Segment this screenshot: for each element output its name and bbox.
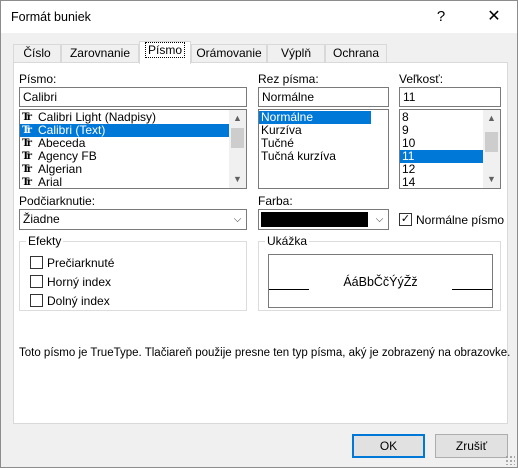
superscript-checkbox[interactable] (30, 275, 43, 288)
scroll-thumb[interactable] (485, 132, 498, 152)
size-input[interactable]: 11 (399, 87, 501, 107)
chevron-down-icon[interactable]: ⌵ (229, 210, 246, 229)
truetype-icon: Tr (22, 138, 32, 149)
color-label: Farba: (258, 194, 293, 208)
strikethrough-label[interactable]: Prečiarknuté (47, 256, 114, 270)
tab-pismo[interactable]: Písmo (139, 41, 191, 64)
tab-oramovanie[interactable]: Orámovanie (191, 44, 267, 63)
scroll-down-icon[interactable]: ▼ (229, 171, 246, 188)
list-item[interactable]: Tr Arial (20, 176, 246, 189)
font-input[interactable]: Calibri (19, 87, 247, 107)
resize-grip-icon[interactable] (505, 455, 515, 465)
scroll-up-icon[interactable]: ▲ (483, 110, 500, 127)
list-item[interactable]: Tučná kurzíva (259, 150, 388, 163)
size-list-scrollbar[interactable]: ▲ ▼ (483, 110, 500, 188)
size-label: Veľkosť: (399, 72, 444, 86)
scroll-thumb[interactable] (231, 128, 244, 148)
list-item[interactable]: 8 (400, 111, 483, 124)
underline-dropdown[interactable]: Žiadne ⌵ (19, 209, 247, 230)
tab-vypln[interactable]: Výplň (267, 44, 325, 63)
font-list[interactable]: Tr Calibri Light (Nadpisy) Tr Calibri (Tex… (19, 109, 247, 189)
baseline-left (269, 289, 309, 290)
subscript-label[interactable]: Dolný index (47, 294, 110, 308)
truetype-icon: Tr (22, 164, 32, 175)
tab-zarovnanie[interactable]: Zarovnanie (61, 44, 139, 63)
help-button[interactable]: ? (429, 5, 453, 29)
preview-group: Ukážka ÁáBbČčÝýŽž (258, 234, 501, 311)
ok-button[interactable]: OK (352, 434, 425, 458)
underline-value: Žiadne (23, 212, 60, 226)
subscript-checkbox[interactable] (30, 294, 43, 307)
underline-label: Podčiarknutie: (19, 194, 96, 208)
dialog-title: Formát buniek (11, 10, 91, 24)
preview-title: Ukážka (265, 234, 310, 248)
close-button[interactable]: ✕ (477, 3, 511, 31)
color-picker[interactable]: ⌵ (258, 209, 389, 230)
style-label: Rez písma: (258, 72, 319, 86)
normal-font-checkbox[interactable]: ✓ (399, 213, 412, 226)
strikethrough-checkbox[interactable] (30, 256, 43, 269)
baseline-right (452, 289, 492, 290)
superscript-label[interactable]: Horný index (47, 275, 111, 289)
font-label: Písmo: (19, 72, 57, 86)
truetype-icon: Tr (22, 125, 32, 136)
truetype-icon: Tr (22, 112, 32, 123)
size-list[interactable]: 8 9 10 11 12 14 ▲ ▼ (399, 109, 501, 189)
truetype-icon: Tr (22, 177, 32, 188)
preview-box: ÁáBbČčÝýŽž (268, 254, 493, 308)
truetype-icon: Tr (22, 151, 32, 162)
tab-ochrana[interactable]: Ochrana (325, 44, 387, 63)
effects-group: Efekty Prečiarknuté Horný index Dolný in… (19, 234, 247, 311)
font-tab-panel: Písmo: Calibri Tr Calibri Light (Nadpisy)… (13, 62, 511, 424)
color-swatch (261, 212, 368, 227)
style-input[interactable]: Normálne (258, 87, 389, 107)
style-list[interactable]: Normálne Kurzíva Tučné Tučná kurzíva (258, 109, 389, 189)
title-bar[interactable]: Formát buniek ? ✕ (1, 1, 517, 33)
scroll-down-icon[interactable]: ▼ (483, 171, 500, 188)
preview-text: ÁáBbČčÝýŽž (343, 275, 418, 289)
chevron-down-icon[interactable]: ⌵ (371, 210, 388, 229)
truetype-info: Toto písmo je TrueType. Tlačiareň použij… (19, 347, 511, 359)
format-cells-dialog: Formát buniek ? ✕ Číslo Zarovnanie Písmo… (0, 0, 518, 468)
cancel-button[interactable]: Zrušiť (435, 434, 508, 458)
tab-cislo[interactable]: Číslo (13, 44, 61, 63)
list-item[interactable]: 14 (400, 176, 483, 189)
normal-font-label[interactable]: Normálne písmo (416, 213, 504, 227)
scroll-up-icon[interactable]: ▲ (229, 110, 246, 127)
font-list-scrollbar[interactable]: ▲ ▼ (229, 110, 246, 188)
effects-title: Efekty (26, 234, 64, 248)
